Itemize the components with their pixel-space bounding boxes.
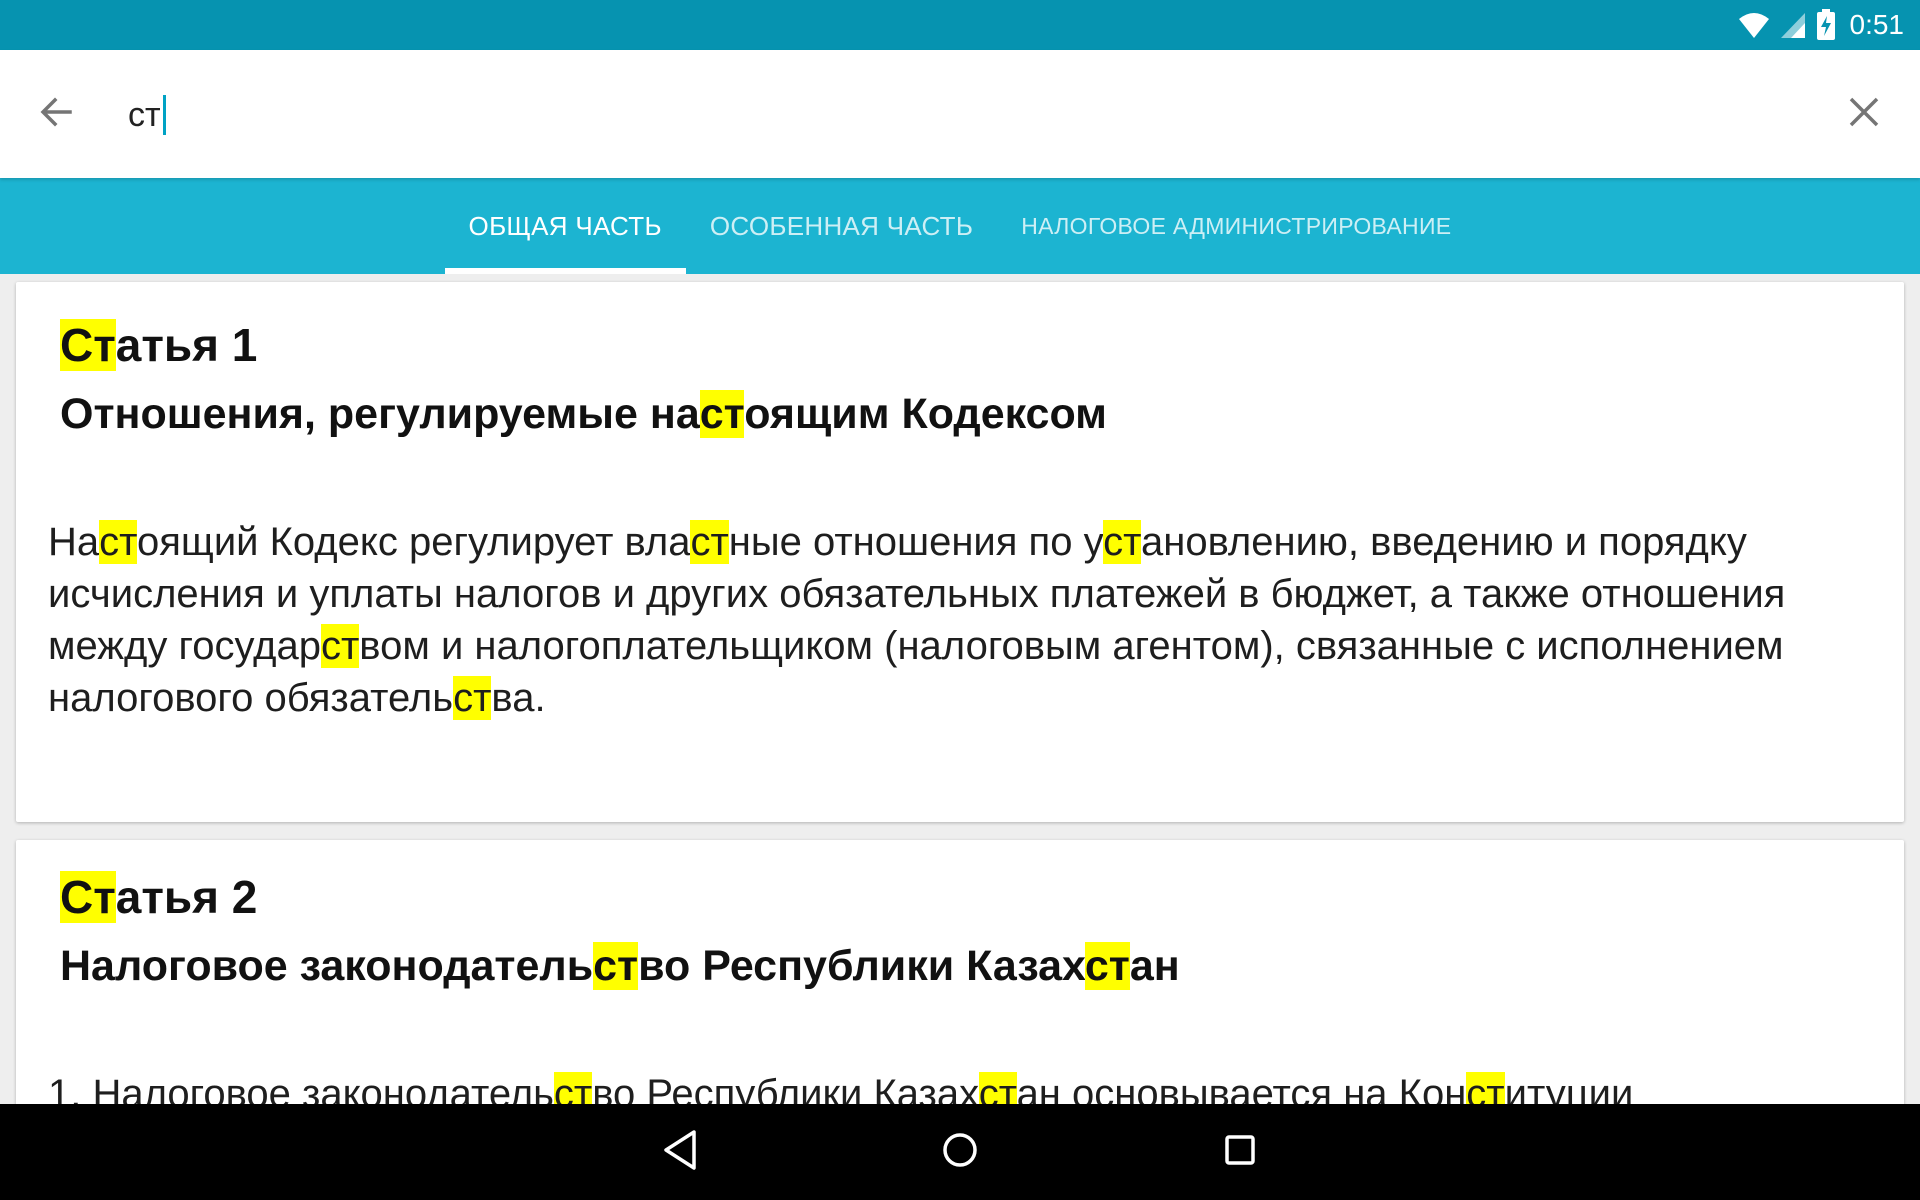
search-highlight: ст	[1103, 520, 1141, 564]
tab-special-part[interactable]: ОСОБЕННАЯ ЧАСТЬ	[686, 178, 997, 274]
system-nav-bar	[0, 1104, 1920, 1200]
article-title: Отношения, регулируемые настоящим Кодекс…	[60, 390, 1107, 438]
home-circle-icon	[940, 1130, 980, 1175]
wifi-icon	[1738, 11, 1770, 39]
battery-charging-icon	[1816, 9, 1836, 41]
nav-recents-button[interactable]	[1210, 1122, 1270, 1182]
search-highlight: ст	[699, 390, 745, 438]
search-highlight: ст	[553, 1072, 593, 1104]
search-highlight: ст	[1466, 1072, 1505, 1104]
arrow-left-icon	[36, 92, 76, 137]
nav-back-button[interactable]	[650, 1122, 710, 1182]
search-highlight: Ст	[60, 319, 116, 371]
clear-search-button[interactable]	[1838, 88, 1890, 140]
close-icon	[1847, 95, 1881, 134]
search-highlight: Ст	[60, 871, 116, 923]
tab-tax-administration[interactable]: НАЛОГОВОЕ АДМИНИСТРИРОВАНИЕ	[997, 178, 1475, 274]
signal-icon	[1780, 11, 1806, 39]
article-number: Статья 2	[60, 871, 258, 923]
search-input[interactable]: ст	[128, 90, 166, 140]
article-body: 1. Налоговое законодательство Республики…	[48, 1068, 1834, 1104]
back-button[interactable]	[30, 88, 82, 140]
back-triangle-icon	[660, 1128, 700, 1177]
search-highlight: ст	[453, 676, 492, 720]
search-highlight: ст	[690, 520, 729, 564]
text-cursor	[162, 95, 166, 135]
search-bar: ст	[0, 50, 1920, 178]
article-number: Статья 1	[60, 319, 258, 371]
article-body: Настоящий Кодекс регулирует властные отн…	[48, 520, 1786, 720]
status-time: 0:51	[1849, 9, 1905, 40]
search-highlight: ст	[978, 1072, 1017, 1104]
article-card[interactable]: Статья 2 Налоговое законодательство Респ…	[16, 840, 1904, 1104]
status-bar: 0:51	[0, 0, 1920, 50]
search-query-text: ст	[128, 95, 161, 134]
article-card[interactable]: Статья 1 Отношения, регулируемые настоящ…	[16, 282, 1904, 822]
articles-list: Статья 1 Отношения, регулируемые настоящ…	[0, 274, 1920, 1104]
article-title: Налоговое законодательство Республики Ка…	[60, 942, 1180, 990]
search-highlight: ст	[593, 942, 639, 990]
search-highlight: ст	[1084, 942, 1130, 990]
section-tabs: ОБЩАЯ ЧАСТЬ ОСОБЕННАЯ ЧАСТЬ НАЛОГОВОЕ АД…	[0, 178, 1920, 274]
recents-square-icon	[1220, 1130, 1260, 1175]
search-highlight: ст	[99, 520, 138, 564]
nav-home-button[interactable]	[930, 1122, 990, 1182]
search-highlight: ст	[320, 624, 360, 668]
tab-general-part[interactable]: ОБЩАЯ ЧАСТЬ	[444, 178, 687, 274]
